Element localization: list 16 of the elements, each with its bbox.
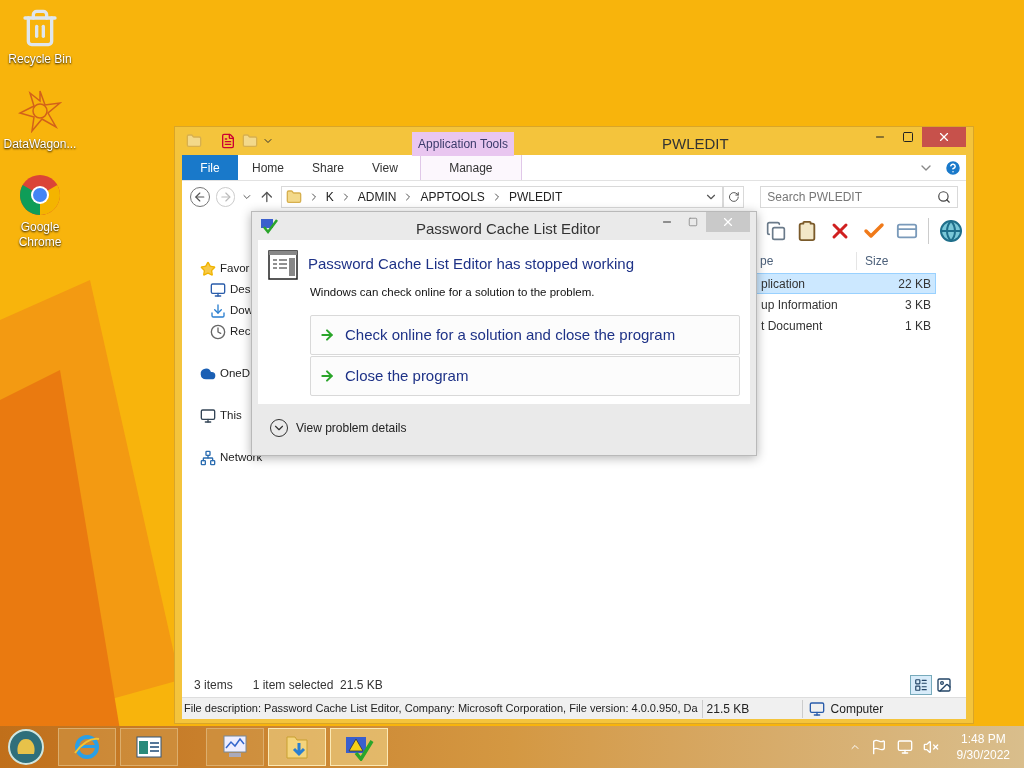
- size-cell-text: 3 KB: [904, 296, 931, 314]
- type-cell-text: plication: [760, 275, 807, 293]
- type-cell-text: t Document: [760, 317, 824, 335]
- dialog-title: Password Cache List Editor: [416, 219, 601, 239]
- selection-info: 1 item selected 21.5 KB: [252, 677, 383, 694]
- type-cell-text: up Information: [760, 296, 839, 314]
- zone-label: Computer: [830, 700, 884, 718]
- item-count: 3 items: [194, 677, 233, 694]
- error-message: Windows can check online for a solution to the problem.: [310, 285, 596, 300]
- file-size: 21.5 KB: [701, 699, 802, 718]
- error-heading: Password Cache List Editor has stopped working: [308, 254, 634, 274]
- file-description: File description: Password Cache List Editor, Company: Microsoft Corporation, File version: 4.0.0.950, Da: [183, 701, 699, 717]
- context-tab-group: Application Tools: [412, 132, 514, 156]
- window-title: PWLEDIT: [662, 134, 729, 154]
- size-cell-text: 22 KB: [897, 275, 931, 293]
- size-cell-text: 1 KB: [904, 317, 931, 335]
